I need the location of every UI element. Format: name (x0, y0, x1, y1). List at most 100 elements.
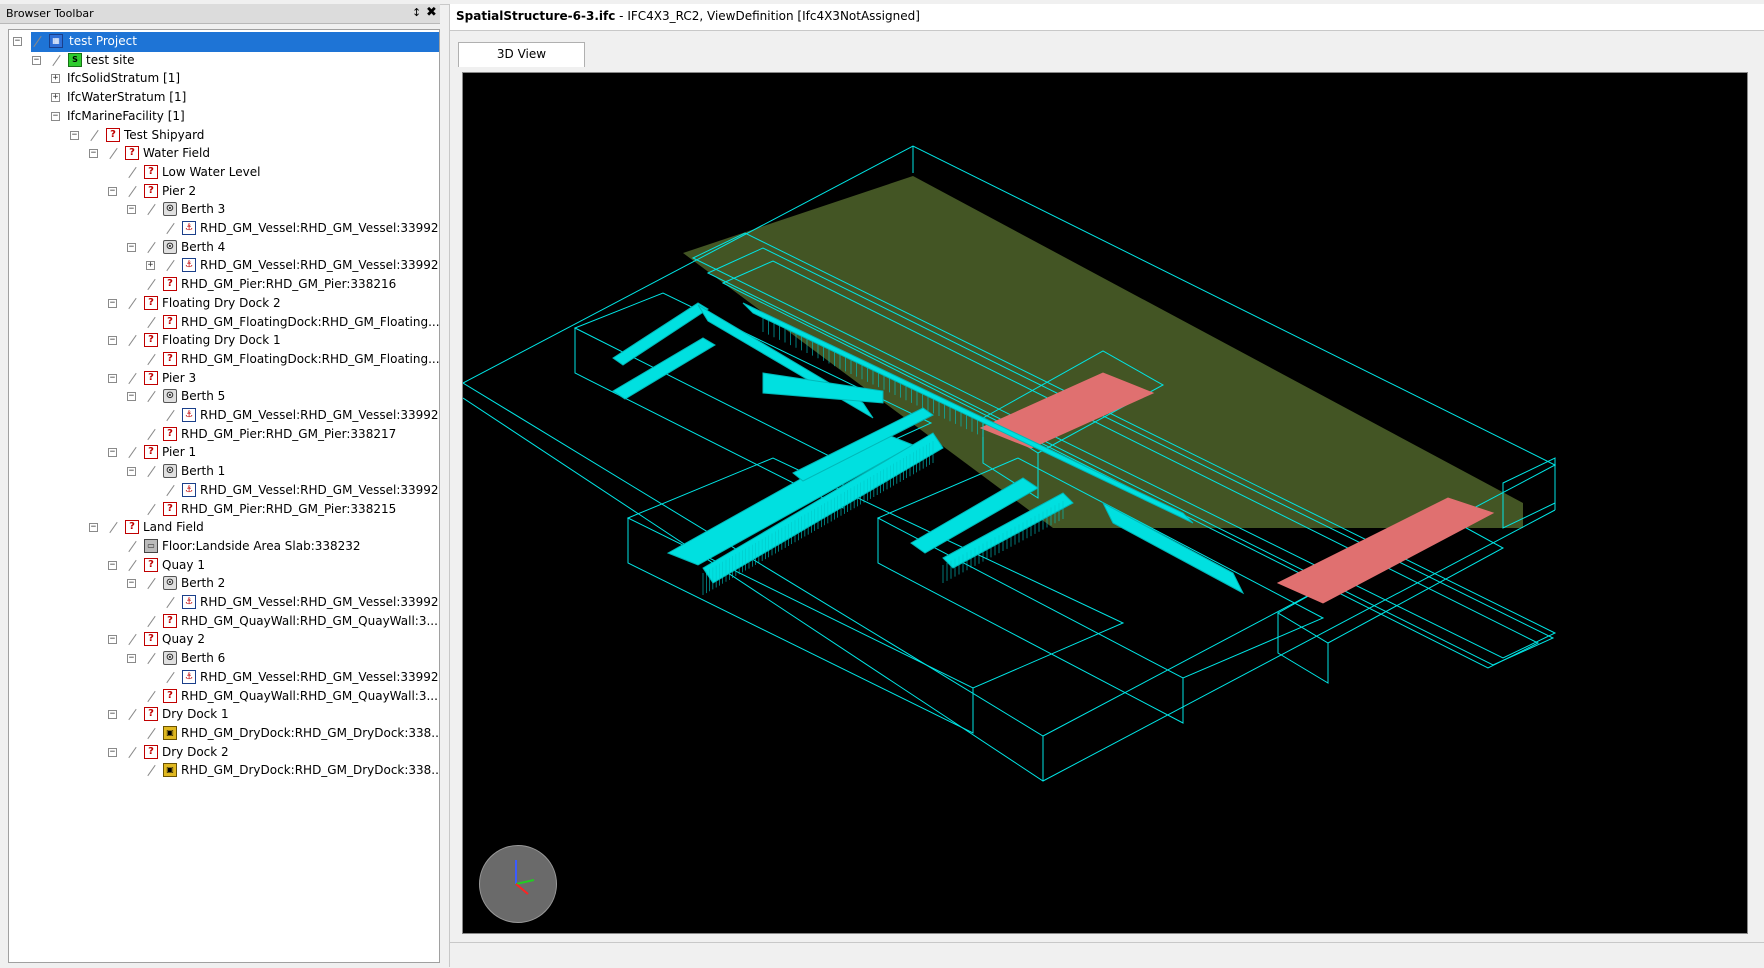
expand-icon[interactable]: + (51, 93, 60, 103)
visibility-toggle-icon[interactable] (145, 726, 159, 740)
tree-node[interactable]: ? Low Water Level (9, 163, 439, 183)
tree-node[interactable]: ⚓ RHD_GM_Vessel:RHD_GM_Vessel:339924 (9, 593, 439, 613)
visibility-toggle-icon[interactable] (126, 539, 140, 553)
tree-node[interactable]: −? Floating Dry Dock 1 (9, 331, 439, 351)
visibility-toggle-icon[interactable] (107, 520, 121, 534)
visibility-toggle-icon[interactable] (145, 614, 159, 628)
collapse-icon[interactable]: − (108, 635, 117, 645)
tree-node[interactable]: ? RHD_GM_FloatingDock:RHD_GM_Floating... (9, 350, 439, 370)
tree-node[interactable]: −? Water Field (9, 144, 439, 164)
visibility-toggle-icon[interactable] (164, 221, 178, 235)
collapse-icon[interactable]: − (127, 205, 136, 215)
tab-3d-view[interactable]: 3D View (458, 42, 585, 67)
collapse-icon[interactable]: − (13, 37, 22, 46)
tree-node[interactable]: −? Quay 2 (9, 630, 439, 650)
pin-icon[interactable]: ↕ (412, 6, 421, 19)
visibility-toggle-icon[interactable] (126, 745, 140, 759)
tree-node[interactable]: + ⚓ RHD_GM_Vessel:RHD_GM_Vessel:339926 (9, 256, 439, 276)
collapse-icon[interactable]: − (89, 149, 98, 159)
visibility-toggle-icon[interactable] (126, 371, 140, 385)
tree-node[interactable]: ⚓ RHD_GM_Vessel:RHD_GM_Vessel:339923 (9, 481, 439, 501)
visibility-toggle-icon[interactable] (164, 408, 178, 422)
visibility-toggle-icon[interactable] (164, 670, 178, 684)
collapse-icon[interactable]: − (108, 186, 117, 196)
tree-node[interactable]: ⚓ RHD_GM_Vessel:RHD_GM_Vessel:339928 (9, 668, 439, 688)
tree-node[interactable]: − ⊙ Berth 2 (9, 574, 439, 594)
visibility-toggle-icon[interactable] (145, 651, 159, 665)
close-icon[interactable]: ✖ (426, 5, 437, 20)
visibility-toggle-icon[interactable] (145, 576, 159, 590)
tree-node[interactable]: ⚓ RHD_GM_Vessel:RHD_GM_Vessel:339927 (9, 406, 439, 426)
tree-node[interactable]: − ⊙ Berth 3 (9, 200, 439, 220)
tree-node[interactable]: ▣ RHD_GM_DryDock:RHD_GM_DryDock:338... (9, 724, 439, 744)
tree-node[interactable]: − ⊙ Berth 1 (9, 462, 439, 482)
visibility-toggle-icon[interactable] (145, 427, 159, 441)
visibility-toggle-icon[interactable] (145, 763, 159, 777)
visibility-toggle-icon[interactable] (145, 689, 159, 703)
tree-node[interactable]: ? RHD_GM_QuayWall:RHD_GM_QuayWall:3... (9, 612, 439, 632)
visibility-toggle-icon[interactable] (31, 34, 45, 48)
3d-viewport[interactable] (462, 72, 1748, 934)
tree-node[interactable]: −? Test Shipyard (9, 126, 439, 146)
tree-node[interactable]: − ⊙ Berth 5 (9, 387, 439, 407)
tree-node[interactable]: −? Land Field (9, 518, 439, 538)
tree-node[interactable]: ? RHD_GM_Pier:RHD_GM_Pier:338215 (9, 500, 439, 520)
tree-node[interactable]: + IfcWaterStratum [1] (9, 88, 439, 108)
collapse-icon[interactable]: − (127, 467, 136, 477)
visibility-toggle-icon[interactable] (164, 483, 178, 497)
collapse-icon[interactable]: − (127, 654, 136, 664)
collapse-icon[interactable]: − (108, 710, 117, 720)
visibility-toggle-icon[interactable] (145, 202, 159, 216)
tree-node[interactable]: −? Quay 1 (9, 556, 439, 576)
collapse-icon[interactable]: − (127, 392, 136, 402)
tree-node[interactable]: −? Pier 1 (9, 443, 439, 463)
tree-node[interactable]: −? Dry Dock 2 (9, 743, 439, 763)
visibility-toggle-icon[interactable] (145, 352, 159, 366)
expand-icon[interactable]: + (51, 74, 60, 84)
visibility-toggle-icon[interactable] (126, 632, 140, 646)
visibility-toggle-icon[interactable] (88, 128, 102, 142)
visibility-toggle-icon[interactable] (145, 464, 159, 478)
visibility-toggle-icon[interactable] (126, 445, 140, 459)
collapse-icon[interactable]: − (108, 448, 117, 458)
collapse-icon[interactable]: − (108, 298, 117, 308)
visibility-toggle-icon[interactable] (145, 277, 159, 291)
collapse-icon[interactable]: − (32, 55, 41, 65)
tree-node[interactable]: − IfcMarineFacility [1] (9, 107, 439, 127)
visibility-toggle-icon[interactable] (145, 240, 159, 254)
visibility-toggle-icon[interactable] (164, 595, 178, 609)
visibility-toggle-icon[interactable] (107, 146, 121, 160)
tree-node[interactable]: −? Pier 2 (9, 182, 439, 202)
tree-node[interactable]: ? RHD_GM_Pier:RHD_GM_Pier:338216 (9, 275, 439, 295)
visibility-toggle-icon[interactable] (145, 315, 159, 329)
tree-node[interactable]: − ⊙ Berth 6 (9, 649, 439, 669)
collapse-icon[interactable]: − (127, 242, 136, 252)
tree-node[interactable]: −? Dry Dock 1 (9, 705, 439, 725)
collapse-icon[interactable]: − (108, 336, 117, 346)
visibility-toggle-icon[interactable] (145, 389, 159, 403)
tree-node[interactable]: ? RHD_GM_QuayWall:RHD_GM_QuayWall:3... (9, 687, 439, 707)
orientation-gizmo[interactable] (479, 845, 557, 923)
collapse-icon[interactable]: − (108, 373, 117, 383)
collapse-icon[interactable]: − (108, 560, 117, 570)
visibility-toggle-icon[interactable] (126, 707, 140, 721)
tree-node[interactable]: ▣ RHD_GM_DryDock:RHD_GM_DryDock:338... (9, 761, 439, 781)
visibility-toggle-icon[interactable] (164, 258, 178, 272)
tree-node[interactable]: + IfcSolidStratum [1] (9, 69, 439, 89)
visibility-toggle-icon[interactable] (126, 184, 140, 198)
collapse-icon[interactable]: − (108, 747, 117, 757)
visibility-toggle-icon[interactable] (126, 333, 140, 347)
tree-node[interactable]: ▭ Floor:Landside Area Slab:338232 (9, 537, 439, 557)
visibility-toggle-icon[interactable] (126, 165, 140, 179)
collapse-icon[interactable]: − (89, 523, 98, 533)
visibility-toggle-icon[interactable] (145, 502, 159, 516)
tree-node[interactable]: ⚓ RHD_GM_Vessel:RHD_GM_Vessel:339925 (9, 219, 439, 239)
collapse-icon[interactable]: − (51, 111, 60, 121)
spatial-structure-tree[interactable]: − ▦ test Project − Stest site + IfcSolidStratu… (8, 29, 440, 963)
tree-node[interactable]: − ⊙ Berth 4 (9, 238, 439, 258)
collapse-icon[interactable]: − (127, 579, 136, 589)
visibility-toggle-icon[interactable] (126, 296, 140, 310)
visibility-toggle-icon[interactable] (126, 558, 140, 572)
tree-node[interactable]: ? RHD_GM_Pier:RHD_GM_Pier:338217 (9, 425, 439, 445)
tree-node[interactable]: ? RHD_GM_FloatingDock:RHD_GM_Floating... (9, 313, 439, 333)
